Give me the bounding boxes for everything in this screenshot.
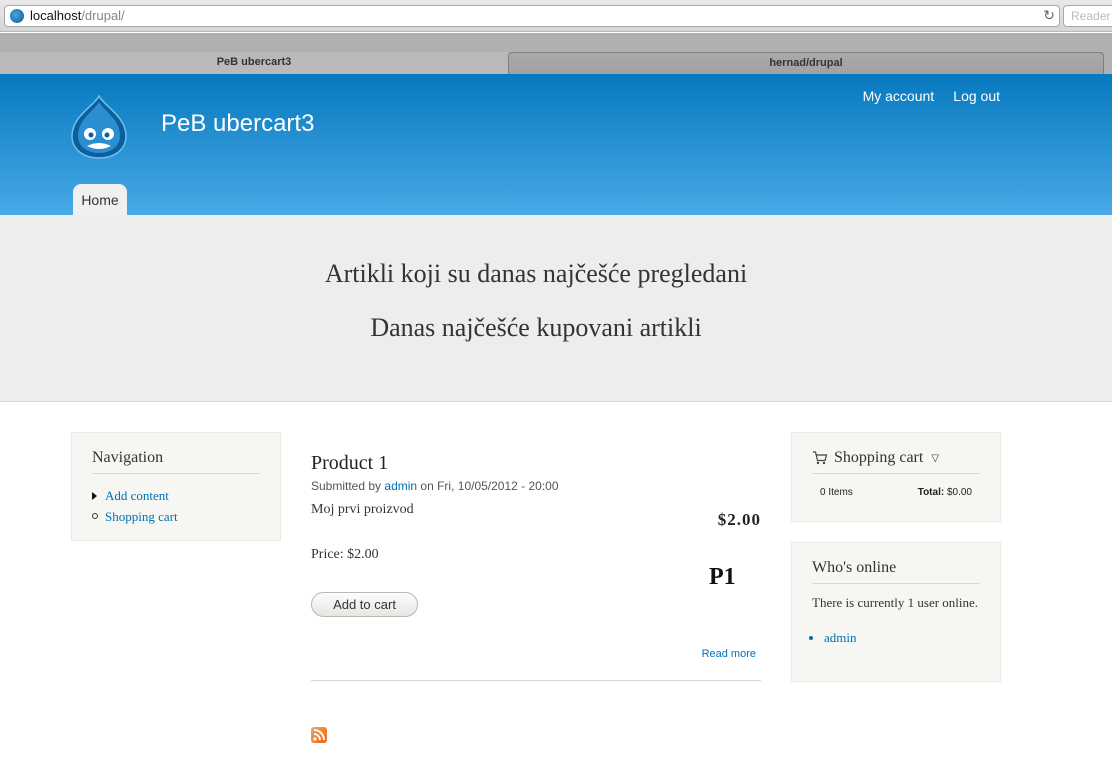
cart-title-row[interactable]: Shopping cart ▽ (812, 449, 980, 474)
url-field[interactable]: localhost/drupal/ ↻ (4, 5, 1060, 27)
drupal-logo-icon[interactable] (68, 94, 130, 160)
whos-online-block: Who's online There is currently 1 user o… (791, 542, 1001, 682)
product-node: Product 1 Submitted by admin on Fri, 10/… (311, 452, 761, 681)
product-sku: P1 (709, 564, 736, 590)
leaf-bullet-icon (92, 513, 98, 519)
my-account-link[interactable]: My account (863, 88, 935, 104)
log-out-link[interactable]: Log out (953, 88, 1000, 104)
navigation-list: Add content Shopping cart (92, 488, 260, 525)
online-user-link[interactable]: admin (824, 630, 980, 646)
nav-add-content-link[interactable]: Add content (92, 488, 260, 504)
author-link[interactable]: admin (384, 479, 417, 493)
online-users-list: admin (812, 630, 980, 646)
url-text: localhost/drupal/ (30, 8, 125, 23)
shopping-cart-block: Shopping cart ▽ 0 Items Total: $0.00 (791, 432, 1001, 522)
nav-shopping-cart-link[interactable]: Shopping cart (92, 509, 260, 525)
navigation-title: Navigation (92, 449, 260, 474)
chevron-down-icon[interactable]: ▽ (931, 453, 939, 464)
node-title[interactable]: Product 1 (311, 452, 761, 475)
featured-most-viewed-heading: Artikli koji su danas najčešće pregledan… (324, 259, 748, 288)
browser-tab-bar: PeB ubercart3 hernad/drupal (0, 33, 1112, 74)
cart-total: Total: $0.00 (917, 487, 972, 498)
browser-tab-peb[interactable]: PeB ubercart3 (0, 52, 508, 74)
browser-tab-hernad[interactable]: hernad/drupal (508, 52, 1104, 74)
featured-region: Artikli koji su danas najčešće pregledan… (0, 215, 1112, 402)
home-tab[interactable]: Home (73, 184, 127, 215)
featured-most-bought-heading: Danas najčešće kupovani artikli (370, 313, 702, 342)
drupal-favicon-icon (10, 9, 24, 23)
submitted-info: Submitted by admin on Fri, 10/05/2012 - … (311, 479, 559, 493)
cart-item-count: 0 Items (820, 487, 853, 498)
sell-price: Price: $2.00 (311, 547, 379, 562)
add-to-cart-button[interactable]: Add to cart (311, 592, 418, 617)
whos-online-title: Who's online (812, 559, 980, 584)
node-body: Moj prvi proizvod (311, 502, 414, 517)
site-name[interactable]: PeB ubercart3 (161, 110, 314, 138)
browser-address-bar: localhost/drupal/ ↻ Reader (0, 0, 1112, 32)
rss-feed-icon[interactable] (311, 727, 327, 743)
site-header: PeB ubercart3 My account Log out Home (0, 74, 1112, 215)
display-price: $2.00 (717, 510, 761, 529)
cart-icon (813, 451, 828, 465)
reload-icon[interactable]: ↻ (1043, 8, 1055, 24)
read-more-link[interactable]: Read more (702, 648, 756, 660)
cart-title: Shopping cart (834, 449, 924, 466)
cart-summary: 0 Items Total: $0.00 (812, 487, 980, 498)
navigation-block: Navigation Add content Shopping cart (71, 432, 281, 541)
secondary-menu: My account Log out (849, 86, 1000, 105)
reader-button[interactable]: Reader (1063, 5, 1112, 27)
online-count-text: There is currently 1 user online. (812, 595, 979, 610)
collapsed-arrow-icon (92, 492, 97, 500)
